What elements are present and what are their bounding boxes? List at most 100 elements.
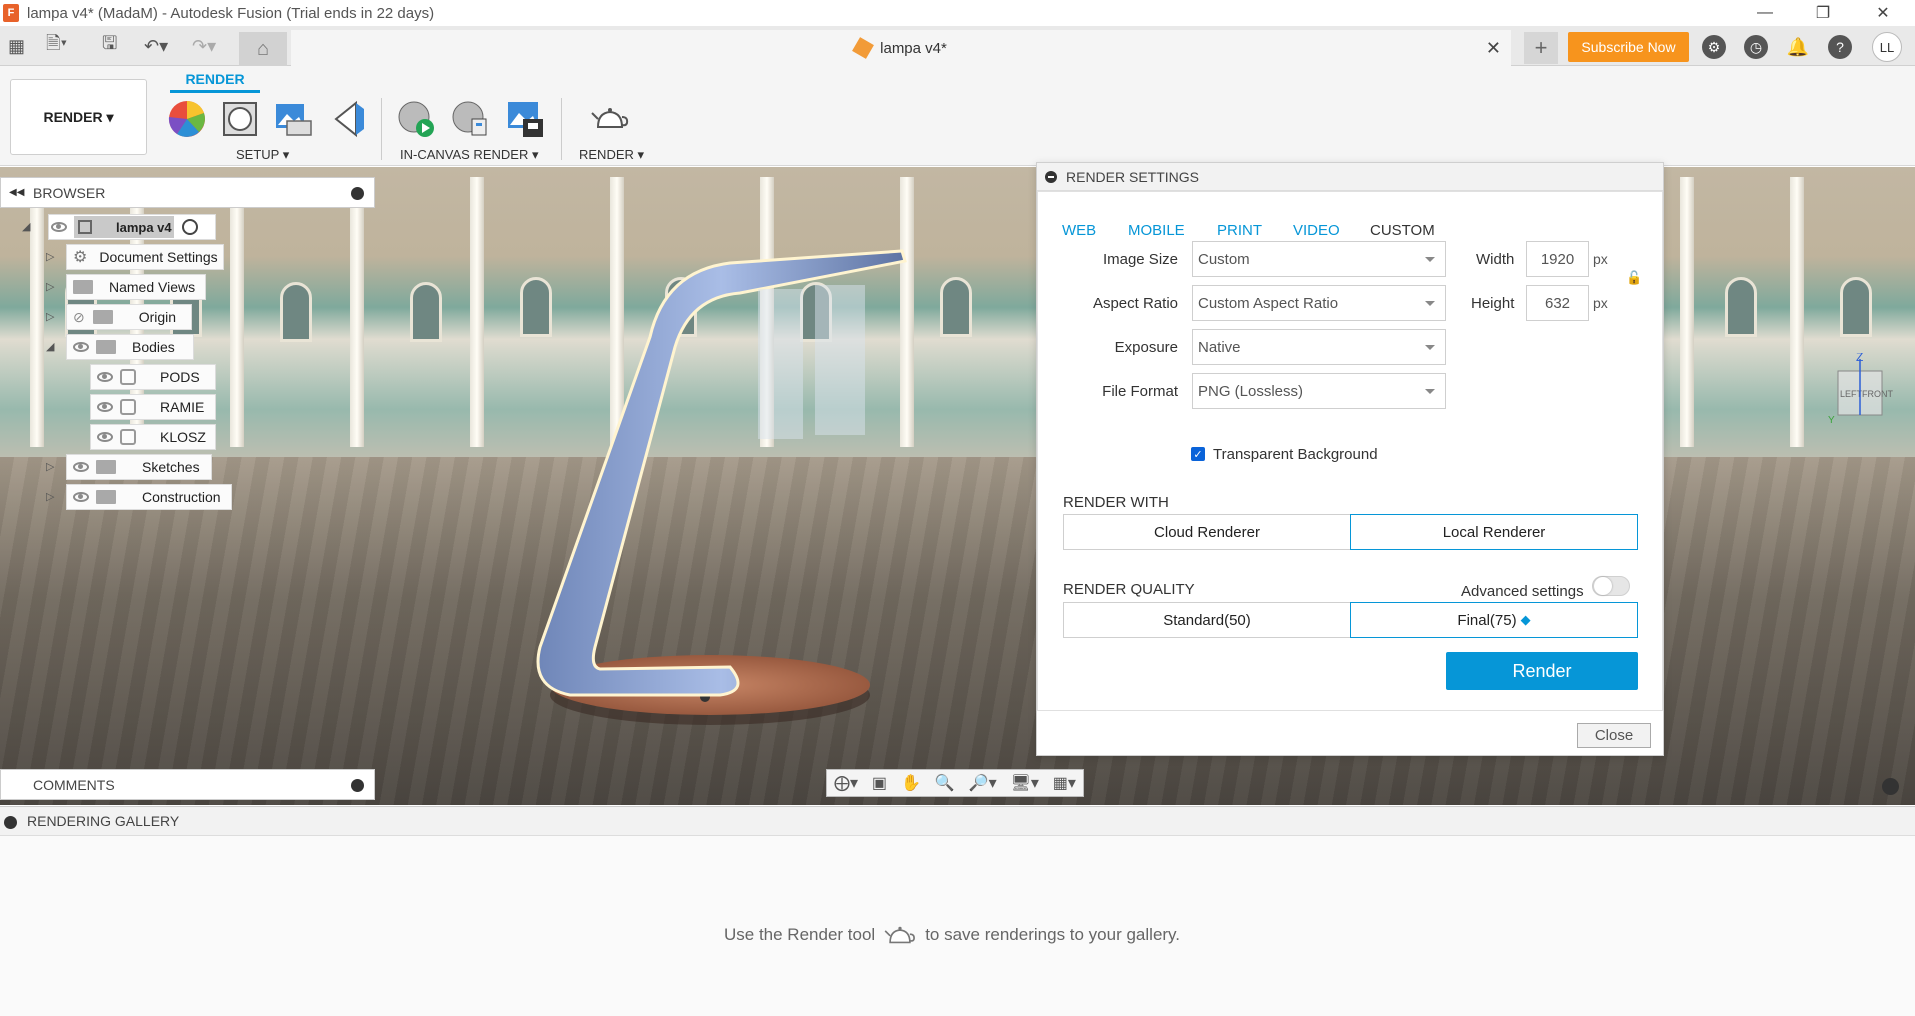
preset-tab-web[interactable]: WEB <box>1062 222 1096 239</box>
rendering-gallery-header[interactable]: RENDERING GALLERY <box>0 806 1915 836</box>
expand-arrow-icon[interactable]: ▷ <box>46 460 54 473</box>
visibility-eye-icon[interactable] <box>97 372 113 382</box>
preset-tab-mobile[interactable]: MOBILE <box>1128 222 1185 239</box>
tree-item-bodies[interactable]: Bodies <box>66 334 194 360</box>
aspect-ratio-dropdown[interactable]: Custom Aspect Ratio <box>1192 285 1446 321</box>
local-renderer-button[interactable]: Local Renderer <box>1350 514 1638 550</box>
browser-panel-header[interactable]: ◀◀ BROWSER <box>0 177 375 208</box>
advanced-settings-toggle[interactable] <box>1592 576 1630 596</box>
expand-arrow-icon[interactable]: ◢ <box>22 220 30 233</box>
collapse-dialog-icon[interactable] <box>1045 171 1057 183</box>
close-button[interactable]: Close <box>1577 723 1651 748</box>
display-mode-icon[interactable]: 🖥▾ <box>1011 773 1039 793</box>
zoom-window-icon[interactable]: 🔎▾ <box>969 773 997 793</box>
collapse-gallery-icon[interactable] <box>4 816 17 829</box>
expand-arrow-icon[interactable]: ▷ <box>46 280 54 293</box>
collapse-browser-icon[interactable]: ◀◀ <box>9 187 24 198</box>
close-tab-icon[interactable]: ✕ <box>1486 38 1501 59</box>
user-avatar[interactable]: LL <box>1872 32 1902 62</box>
lock-aspect-icon[interactable]: 🔓 <box>1626 270 1642 286</box>
activate-radio-icon[interactable] <box>182 219 198 235</box>
texture-map-controls-icon[interactable] <box>330 99 370 139</box>
environment-library-icon[interactable] <box>273 99 313 139</box>
file-format-dropdown[interactable]: PNG (Lossless) <box>1192 373 1446 409</box>
tree-item-body-ramie[interactable]: RAMIE <box>90 394 216 420</box>
scene-settings-icon[interactable] <box>220 99 260 139</box>
preset-tab-video[interactable]: VIDEO <box>1293 222 1340 239</box>
visibility-eye-icon[interactable] <box>73 462 89 472</box>
file-menu-icon[interactable]: 🗎▾ <box>46 33 67 58</box>
transparent-background-checkbox[interactable]: ✓ <box>1191 447 1205 461</box>
in-canvas-render-start-icon[interactable] <box>396 99 436 139</box>
tree-item-label: Document Settings <box>99 249 218 265</box>
preset-tab-custom[interactable]: CUSTOM <box>1370 222 1435 239</box>
tab-render[interactable]: RENDER <box>170 71 260 93</box>
render-group-label[interactable]: RENDER ▾ <box>579 147 644 163</box>
look-at-icon[interactable]: ▣ <box>872 773 887 793</box>
image-size-dropdown[interactable]: Custom <box>1192 241 1446 277</box>
cloud-renderer-button[interactable]: Cloud Renderer <box>1063 514 1351 550</box>
quality-standard-button[interactable]: Standard(50) <box>1063 602 1351 638</box>
expand-arrow-icon[interactable]: ▷ <box>46 250 54 263</box>
tree-item-body-pods[interactable]: PODS <box>90 364 216 390</box>
home-icon[interactable]: ⌂ <box>239 32 287 66</box>
subscribe-now-button[interactable]: Subscribe Now <box>1568 32 1689 62</box>
tree-item-label: KLOSZ <box>160 429 206 445</box>
tree-item-body-klosz[interactable]: KLOSZ <box>90 424 216 450</box>
render-settings-header[interactable]: RENDER SETTINGS <box>1037 163 1663 191</box>
visibility-eye-icon[interactable] <box>73 492 89 502</box>
appearance-color-wheel-icon[interactable] <box>167 99 207 139</box>
pan-hand-icon[interactable]: ✋ <box>901 773 921 793</box>
display-settings-icon[interactable] <box>1882 778 1899 795</box>
document-tab[interactable]: lampa v4* ✕ <box>291 30 1511 66</box>
visibility-eye-icon[interactable] <box>97 432 113 442</box>
transparent-background-label: Transparent Background <box>1213 446 1378 463</box>
tree-item-named-views[interactable]: Named Views <box>66 274 206 300</box>
visibility-eye-icon[interactable] <box>51 222 67 232</box>
view-cube[interactable]: LEFT FRONT Z Y <box>1822 353 1902 423</box>
ribbon-divider <box>381 98 382 160</box>
render-teapot-icon[interactable] <box>590 99 630 139</box>
close-icon[interactable]: ✕ <box>1860 0 1906 26</box>
tree-item-origin[interactable]: ⊘ Origin <box>66 304 192 330</box>
data-panel-grid-icon[interactable]: ▦ <box>8 34 25 58</box>
comments-panel-header[interactable]: COMMENTS <box>0 769 375 800</box>
save-icon[interactable]: 🖫 <box>102 33 117 58</box>
tree-item-construction[interactable]: Construction <box>66 484 232 510</box>
width-input[interactable]: 1920 <box>1526 241 1589 277</box>
minimize-icon[interactable]: — <box>1742 0 1788 26</box>
extensions-icon[interactable]: ⚙ <box>1702 35 1726 59</box>
visibility-eye-icon[interactable] <box>73 342 89 352</box>
notifications-bell-icon[interactable]: 🔔 <box>1786 35 1810 59</box>
visibility-eye-icon[interactable] <box>97 402 113 412</box>
job-status-clock-icon[interactable]: ◷ <box>1744 35 1768 59</box>
help-icon[interactable]: ? <box>1828 35 1852 59</box>
tree-item-document-settings[interactable]: ⚙ Document Settings <box>66 244 224 270</box>
tree-item-sketches[interactable]: Sketches <box>66 454 212 480</box>
height-input[interactable]: 632 <box>1526 285 1589 321</box>
preset-tab-print[interactable]: PRINT <box>1217 222 1262 239</box>
grid-snaps-icon[interactable]: ▦▾ <box>1053 773 1076 793</box>
hidden-eye-icon[interactable]: ⊘ <box>73 309 85 326</box>
new-tab-plus-icon[interactable]: + <box>1524 32 1558 64</box>
in-canvas-render-settings-icon[interactable] <box>450 99 490 139</box>
expand-arrow-icon[interactable]: ▷ <box>46 490 54 503</box>
in-canvas-render-group-label[interactable]: IN-CANVAS RENDER ▾ <box>400 147 538 163</box>
lamp-model[interactable] <box>500 227 920 747</box>
orbit-icon[interactable]: ⨁▾ <box>834 773 858 793</box>
quality-final-button[interactable]: Final(75) ◆ <box>1350 602 1638 638</box>
expand-arrow-icon[interactable]: ▷ <box>46 310 54 323</box>
undo-icon[interactable]: ↶▾ <box>144 34 168 58</box>
collapse-arrow-icon[interactable]: ◢ <box>46 340 54 353</box>
tree-root-lampa[interactable]: lampa v4 <box>48 214 216 240</box>
render-button[interactable]: Render <box>1446 652 1638 690</box>
capture-image-icon[interactable] <box>505 99 545 139</box>
restore-icon[interactable]: ❐ <box>1800 0 1846 26</box>
exposure-dropdown[interactable]: Native <box>1192 329 1446 365</box>
setup-group-label[interactable]: SETUP ▾ <box>236 147 289 163</box>
add-comment-icon[interactable] <box>351 779 364 792</box>
browser-pin-icon[interactable] <box>351 187 364 200</box>
redo-icon[interactable]: ↷▾ <box>192 34 216 58</box>
zoom-icon[interactable]: 🔍 <box>935 773 955 793</box>
workspace-switcher-button[interactable]: RENDER ▾ <box>10 79 147 155</box>
